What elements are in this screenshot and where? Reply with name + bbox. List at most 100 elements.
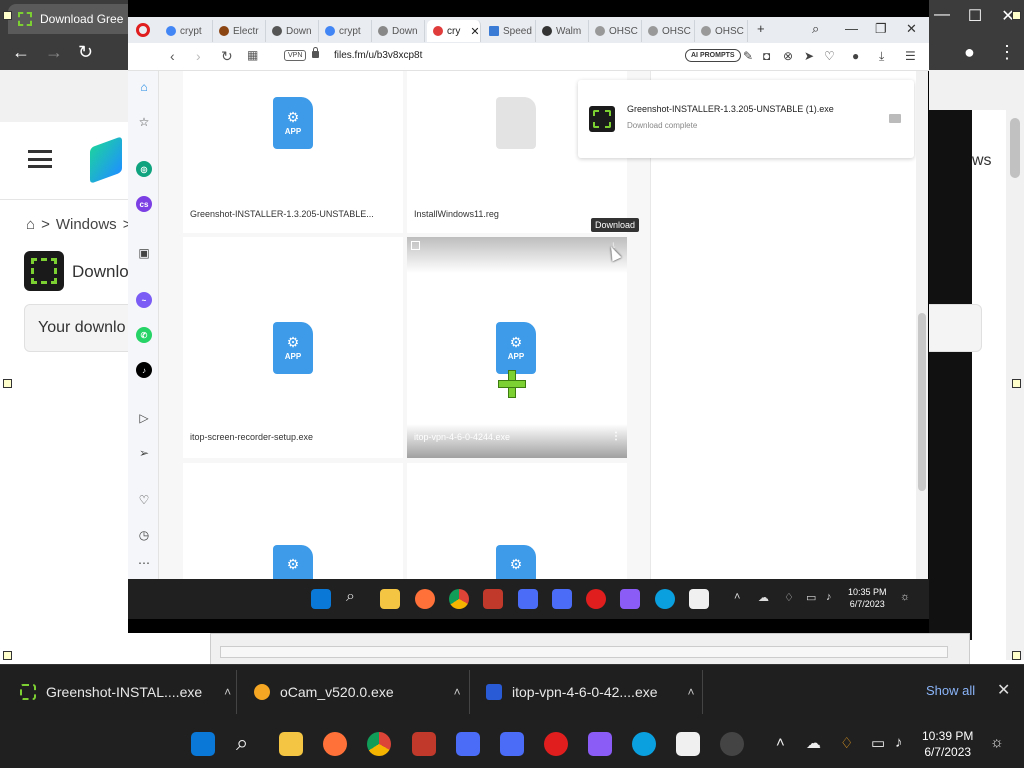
back-icon[interactable]: ‹ xyxy=(170,48,175,64)
outer-back-icon[interactable]: ← xyxy=(12,42,30,63)
bookmarks-icon[interactable]: ♡ xyxy=(136,492,152,508)
opera-tab-active[interactable]: cry ✕ xyxy=(427,20,481,42)
show-all-link[interactable]: Show all xyxy=(926,683,975,698)
file-select-checkbox[interactable] xyxy=(411,241,420,250)
firefox-icon[interactable] xyxy=(323,732,347,756)
outer-forward-icon[interactable]: → xyxy=(45,42,63,63)
url-input[interactable]: files.fm/u/b3v8xcp8t xyxy=(334,50,422,61)
send-icon[interactable]: ➤ xyxy=(804,49,814,63)
lock-icon[interactable] xyxy=(312,47,319,58)
tab-search-icon[interactable]: ⌕ xyxy=(812,21,819,37)
app-p-icon[interactable] xyxy=(500,732,524,756)
chrome-icon[interactable] xyxy=(367,732,391,756)
edge-icon[interactable] xyxy=(655,589,675,609)
selection-handle[interactable] xyxy=(3,11,12,20)
opera-icon[interactable] xyxy=(544,732,568,756)
search-icon[interactable]: ⌕ xyxy=(236,730,248,756)
file-name[interactable]: itop-vpn-4-6-0-4244.exe xyxy=(414,432,510,442)
easy-setup-icon[interactable]: ☰ xyxy=(905,49,916,63)
chrome-icon[interactable] xyxy=(449,589,469,609)
opera-logo-icon[interactable] xyxy=(136,23,150,37)
chevron-up-icon[interactable]: ˄ xyxy=(224,685,231,699)
selection-handle[interactable] xyxy=(1012,651,1021,660)
app-p-icon[interactable] xyxy=(552,589,572,609)
vpn-badge[interactable]: VPN xyxy=(284,50,307,61)
history-icon[interactable]: ◷ xyxy=(136,527,152,543)
recorder-icon[interactable] xyxy=(483,589,503,609)
selection-handle[interactable] xyxy=(1012,379,1021,388)
close-window-icon[interactable]: ✕ xyxy=(906,21,917,37)
opera-tab[interactable]: Down xyxy=(372,20,425,42)
heart-icon[interactable]: ♡ xyxy=(824,49,835,63)
home-icon[interactable]: ⌂ xyxy=(26,216,35,233)
horizontal-scrollbar[interactable] xyxy=(220,646,948,658)
download-popup[interactable] xyxy=(578,80,914,158)
opera-tab[interactable]: OHSC xyxy=(589,20,642,42)
ai-prompts-button[interactable]: AI PROMPTS xyxy=(685,49,741,62)
outer-scrollbar-thumb[interactable] xyxy=(1010,118,1020,178)
profile-icon[interactable]: ● xyxy=(852,49,859,63)
windows-start-icon[interactable] xyxy=(191,732,215,756)
opera-tab[interactable]: Walm xyxy=(536,20,589,42)
shopping-icon[interactable]: ▣ xyxy=(136,245,152,261)
microphone-icon[interactable]: ♢ xyxy=(840,734,853,752)
opera-tab[interactable]: OHSC xyxy=(642,20,695,42)
file-name[interactable]: InstallWindows11.reg xyxy=(414,209,499,219)
camera-icon[interactable]: ◘ xyxy=(763,49,770,63)
chevron-up-icon[interactable]: ˄ xyxy=(454,685,461,699)
messenger-icon[interactable]: ~ xyxy=(136,292,152,308)
file-explorer-icon[interactable] xyxy=(279,732,303,756)
chatgpt-icon[interactable]: ◎ xyxy=(136,161,152,177)
new-tab-icon[interactable]: + xyxy=(757,21,765,36)
file-name[interactable]: itop-screen-recorder-setup.exe xyxy=(190,432,313,442)
outer-maximize-button[interactable]: ☐ xyxy=(960,6,990,26)
inner-clock[interactable]: 10:35 PM 6/7/2023 xyxy=(848,586,887,610)
opera-tab[interactable]: crypt xyxy=(319,20,372,42)
download-item[interactable]: itop-vpn-4-6-0-42....exe ˄ xyxy=(486,664,695,720)
edit-icon[interactable]: ✎ xyxy=(743,49,753,63)
volume-icon[interactable]: ♪ xyxy=(895,734,903,751)
flow-icon[interactable]: ➢ xyxy=(136,445,152,461)
video-editor-icon[interactable] xyxy=(620,589,640,609)
office-icon[interactable] xyxy=(689,589,709,609)
taskbar-clock[interactable]: 10:39 PM 6/7/2023 xyxy=(922,728,973,760)
download-item[interactable]: Greenshot-INSTAL....exe ˄ xyxy=(20,664,231,720)
outer-profile-icon[interactable]: ● xyxy=(964,42,975,63)
whatsapp-icon[interactable]: ✆ xyxy=(136,327,152,343)
notifications-icon[interactable]: ☼ xyxy=(900,591,910,603)
opera-tab[interactable]: crypt xyxy=(160,20,213,42)
chatsonic-icon[interactable]: cs xyxy=(136,196,152,212)
download-file-name[interactable]: Greenshot-INSTALLER-1.3.205-UNSTABLE (1)… xyxy=(627,104,834,114)
reload-icon[interactable]: ↻ xyxy=(221,48,233,65)
search-icon[interactable]: ⌕ xyxy=(346,588,355,606)
microphone-icon[interactable]: ♢ xyxy=(784,591,794,604)
more-icon[interactable]: ⋯ xyxy=(136,555,152,571)
more-options-icon[interactable]: ⋮ xyxy=(611,431,621,442)
opera-icon[interactable] xyxy=(586,589,606,609)
edge-icon[interactable] xyxy=(632,732,656,756)
network-off-icon[interactable]: ☁ xyxy=(758,591,769,604)
restore-icon[interactable]: ❐ xyxy=(875,21,887,37)
file-explorer-icon[interactable] xyxy=(380,589,400,609)
volume-icon[interactable]: ♪ xyxy=(826,591,832,603)
inner-scrollbar-thumb[interactable] xyxy=(918,313,926,491)
outer-active-tab[interactable]: Download Gree xyxy=(8,4,138,34)
app-p-icon[interactable] xyxy=(518,589,538,609)
chevron-up-icon[interactable]: ˄ xyxy=(776,734,785,751)
selection-handle[interactable] xyxy=(3,379,12,388)
breadcrumb-windows[interactable]: Windows xyxy=(56,216,117,233)
app-p-icon[interactable] xyxy=(456,732,480,756)
windows-start-icon[interactable] xyxy=(311,589,331,609)
close-tab-icon[interactable]: ✕ xyxy=(470,25,479,38)
outer-reload-icon[interactable]: ↻ xyxy=(78,42,93,63)
display-icon[interactable]: ▭ xyxy=(806,591,816,604)
opera-tab[interactable]: Down xyxy=(266,20,319,42)
downloads-icon[interactable]: ⤓ xyxy=(879,49,884,64)
recorder-icon[interactable] xyxy=(412,732,436,756)
selection-handle[interactable] xyxy=(1012,11,1021,20)
folder-icon[interactable] xyxy=(889,114,901,123)
network-off-icon[interactable]: ☁ xyxy=(806,734,821,752)
tiktok-icon[interactable]: ♪ xyxy=(136,362,152,378)
block-icon[interactable]: ⊗ xyxy=(783,49,793,63)
firefox-icon[interactable] xyxy=(415,589,435,609)
